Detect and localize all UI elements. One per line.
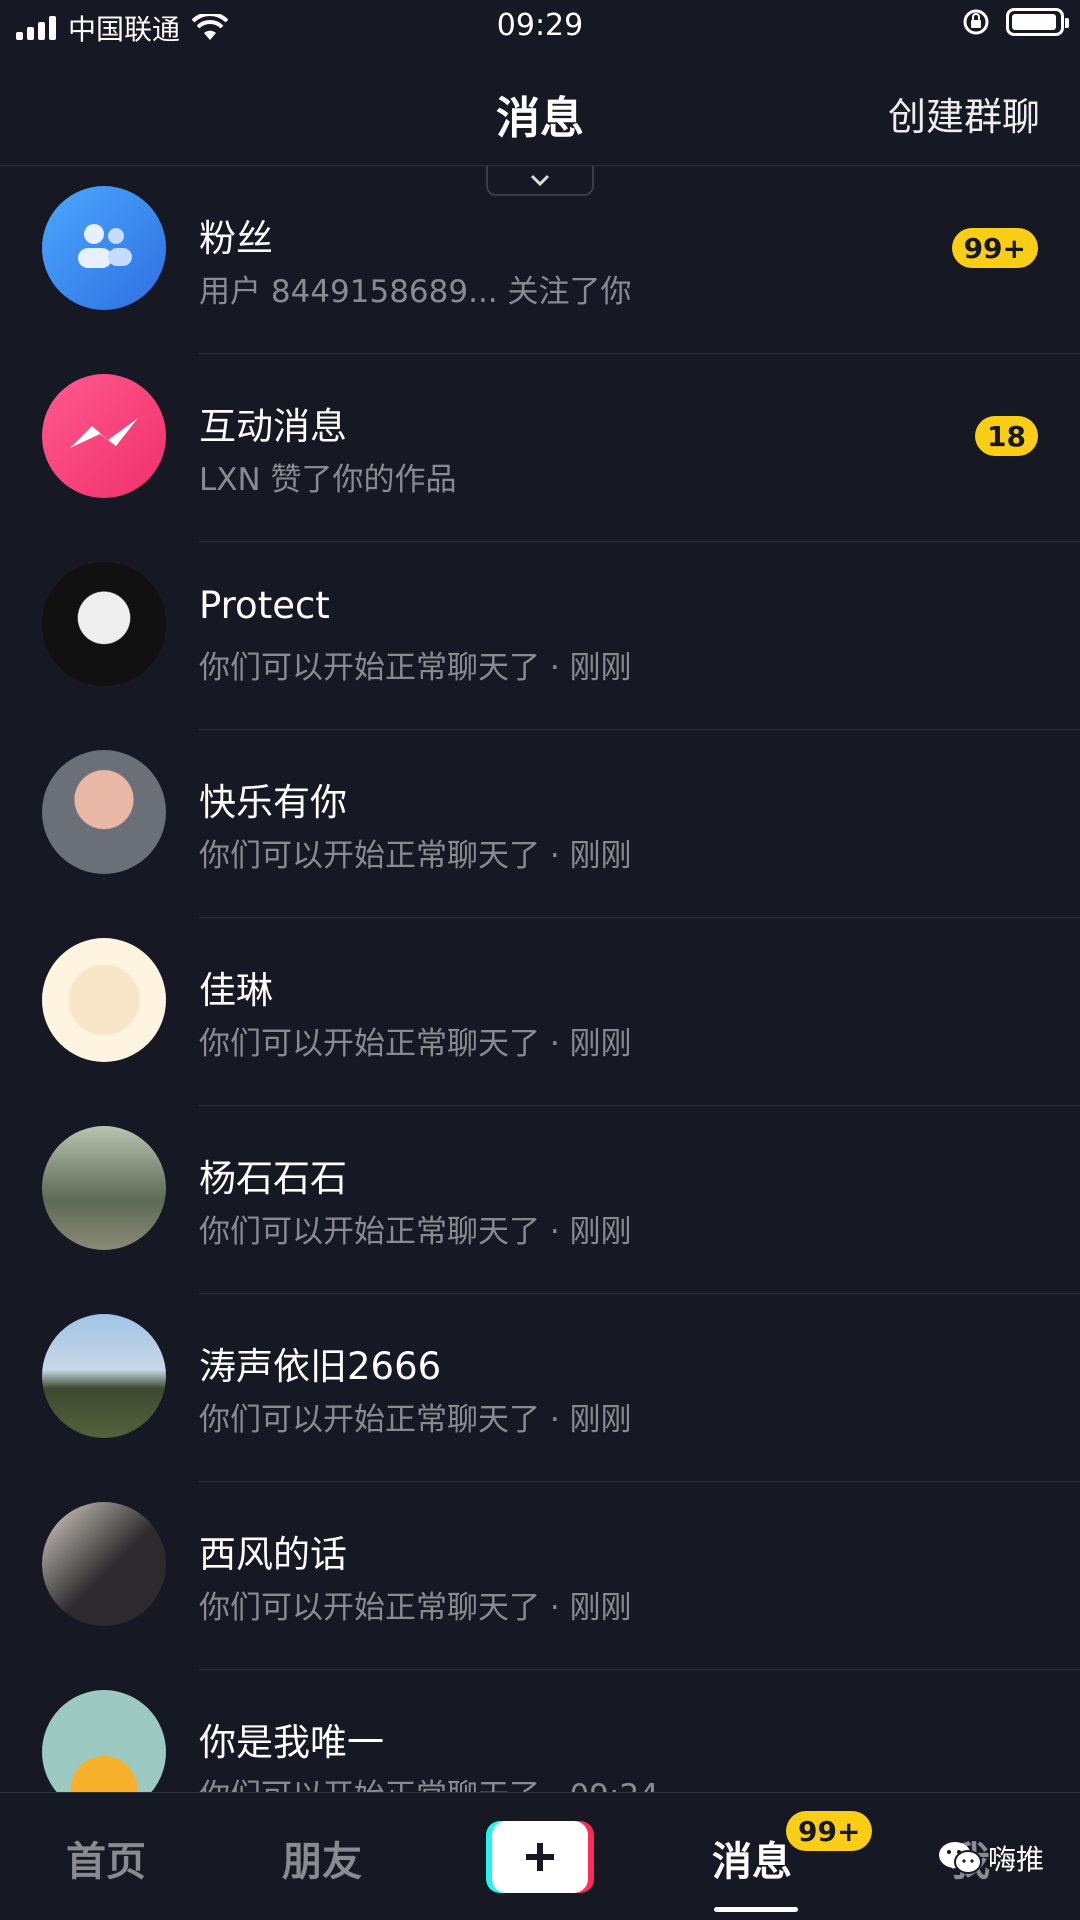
- interaction-icon: [70, 418, 138, 448]
- fans-avatar[interactable]: [42, 186, 166, 310]
- message-preview: 你们可以开始正常聊天了 · 09:24: [199, 1770, 659, 1792]
- user-avatar[interactable]: [42, 1502, 166, 1626]
- tab-bar: 首页 朋友 消息 99+ 我: [0, 1792, 1080, 1920]
- create-video-button[interactable]: [486, 1821, 594, 1893]
- message-preview: 你们可以开始正常聊天了 · 刚刚: [199, 838, 632, 874]
- message-title: Protect: [199, 584, 330, 627]
- messages-tab-badge: 99+: [786, 1811, 873, 1851]
- tab-home[interactable]: 首页: [66, 1829, 146, 1887]
- wechat-icon: [939, 1842, 982, 1874]
- message-title: 你是我唯一: [199, 1721, 384, 1764]
- user-avatar[interactable]: [42, 1690, 166, 1792]
- message-preview: 你们可以开始正常聊天了 · 刚刚: [199, 1214, 632, 1250]
- message-preview: 用户 8449158689... 关注了你: [199, 274, 632, 310]
- message-row[interactable]: 你是我唯一你们可以开始正常聊天了 · 09:24: [0, 1670, 1080, 1792]
- message-title: 粉丝: [199, 217, 273, 260]
- message-preview: 你们可以开始正常聊天了 · 刚刚: [199, 650, 632, 686]
- status-time: 09:29: [496, 8, 584, 43]
- unread-badge: 99+: [951, 228, 1038, 268]
- message-preview: LXN 赞了你的作品: [199, 462, 457, 498]
- message-preview: 你们可以开始正常聊天了 · 刚刚: [199, 1402, 632, 1438]
- battery-icon: [1006, 8, 1069, 36]
- tab-messages[interactable]: 消息: [712, 1829, 792, 1887]
- header: 消息 创建群聊: [0, 52, 1080, 166]
- battery-fill: [1012, 14, 1056, 30]
- user-avatar[interactable]: [42, 938, 166, 1062]
- pull-down-handle[interactable]: [486, 166, 594, 196]
- plus-icon: [526, 1843, 554, 1871]
- user-avatar[interactable]: [42, 750, 166, 874]
- message-preview: 你们可以开始正常聊天了 · 刚刚: [199, 1590, 632, 1626]
- message-list[interactable]: 粉丝用户 8449158689... 关注了你 99+ 互动消息 LXN 赞了你的作品…: [0, 166, 1080, 1792]
- message-row[interactable]: Protect 你们可以开始正常聊天了 · 刚刚: [0, 542, 1080, 730]
- rotation-lock-icon: [963, 9, 989, 35]
- user-avatar[interactable]: [42, 1126, 166, 1250]
- interaction-avatar[interactable]: [42, 374, 166, 498]
- message-row[interactable]: 杨石石石你们可以开始正常聊天了 · 刚刚: [0, 1106, 1080, 1294]
- status-right: [962, 8, 1069, 36]
- watermark: 嗨推: [938, 1838, 1044, 1878]
- message-row[interactable]: 涛声依旧2666 你们可以开始正常聊天了 · 刚刚: [0, 1294, 1080, 1482]
- message-title: 互动消息: [199, 405, 347, 448]
- user-avatar[interactable]: [42, 562, 166, 686]
- message-row[interactable]: 互动消息 LXN 赞了你的作品 18: [0, 354, 1080, 542]
- message-title: 涛声依旧2666: [199, 1345, 442, 1388]
- message-row[interactable]: 佳琳你们可以开始正常聊天了 · 刚刚: [0, 918, 1080, 1106]
- status-bar: 中国联通 09:29: [0, 0, 1080, 52]
- message-preview: 你们可以开始正常聊天了 · 刚刚: [199, 1026, 632, 1062]
- message-title: 杨石石石: [199, 1157, 347, 1200]
- message-row[interactable]: 快乐有你你们可以开始正常聊天了 · 刚刚: [0, 730, 1080, 918]
- chevron-down-icon: [530, 174, 550, 187]
- active-tab-indicator: [714, 1907, 798, 1912]
- message-title: 西风的话: [199, 1533, 347, 1576]
- user-avatar[interactable]: [42, 1314, 166, 1438]
- message-title: 快乐有你: [199, 781, 347, 824]
- watermark-label: 嗨推: [988, 1843, 1045, 1876]
- create-group-button[interactable]: 创建群聊: [888, 86, 1040, 141]
- add-button-face: [492, 1821, 588, 1893]
- message-row[interactable]: 西风的话你们可以开始正常聊天了 · 刚刚: [0, 1482, 1080, 1670]
- message-title: 佳琳: [199, 969, 273, 1012]
- tab-friends[interactable]: 朋友: [282, 1829, 362, 1887]
- unread-badge: 18: [975, 416, 1038, 456]
- fans-icon: [78, 224, 132, 268]
